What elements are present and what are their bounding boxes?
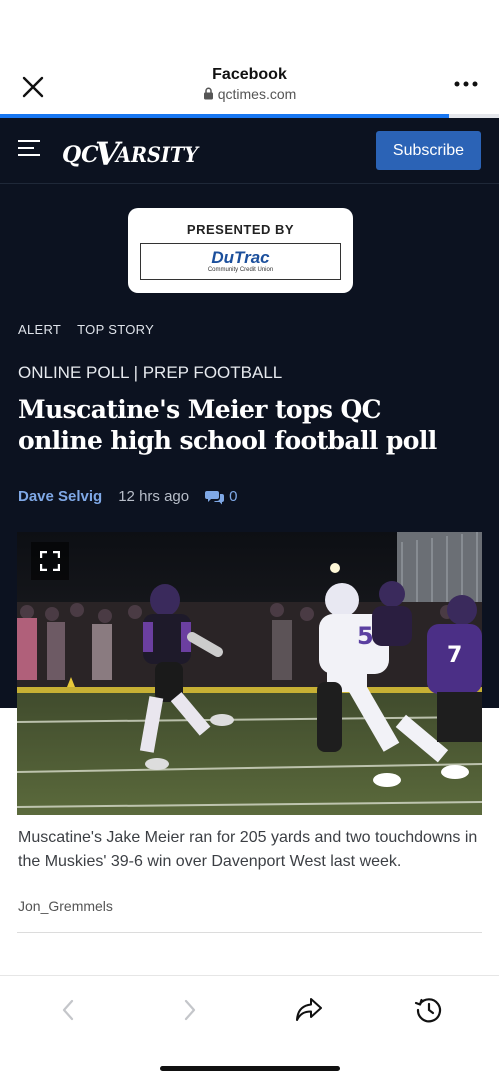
- qc-varsity-logo: QC V ARSITY: [62, 135, 200, 171]
- history-icon[interactable]: [411, 994, 447, 1026]
- site-nav: QC V ARSITY Subscribe: [0, 118, 499, 184]
- publish-time: 12 hrs ago: [118, 488, 190, 505]
- browser-toolbar: [0, 975, 499, 1080]
- sponsor-logo: DuTrac Community Credit Union: [140, 243, 341, 280]
- home-indicator[interactable]: [160, 1066, 340, 1071]
- tag-top-story[interactable]: TOP STORY: [77, 322, 154, 337]
- site-logo[interactable]: QC V ARSITY: [62, 131, 202, 171]
- article-headline: Muscatine's Meier tops QC online high sc…: [18, 395, 437, 455]
- photo-credit: Jon_Gremmels: [18, 898, 113, 914]
- forward-icon[interactable]: [172, 994, 208, 1026]
- browser-title: Facebook: [212, 66, 287, 83]
- browser-header: Facebook qctimes.com: [0, 0, 499, 118]
- browser-url[interactable]: qctimes.com: [0, 86, 499, 103]
- svg-text:QC: QC: [62, 142, 99, 168]
- comments-link[interactable]: 0: [205, 488, 237, 505]
- sponsor-card[interactable]: PRESENTED BY DuTrac Community Credit Uni…: [128, 208, 353, 293]
- article-photo[interactable]: 5 7: [17, 532, 482, 815]
- svg-text:5: 5: [357, 622, 374, 650]
- tag-alert[interactable]: ALERT: [18, 322, 61, 337]
- article-kicker[interactable]: ONLINE POLL | PREP FOOTBALL: [18, 363, 282, 383]
- expand-photo-icon[interactable]: [31, 542, 69, 580]
- comment-count: 0: [229, 488, 238, 505]
- lock-icon: [203, 87, 214, 103]
- photo-caption: Muscatine's Jake Meier ran for 205 yards…: [18, 829, 478, 870]
- presented-by-label: PRESENTED BY: [186, 222, 295, 237]
- svg-text:7: 7: [447, 643, 462, 668]
- divider: [17, 932, 482, 933]
- subscribe-button[interactable]: Subscribe: [376, 131, 481, 170]
- menu-icon[interactable]: [18, 140, 40, 158]
- sponsor-subtitle: Community Credit Union: [207, 267, 274, 273]
- comments-icon: [205, 490, 225, 504]
- url-text: qctimes.com: [217, 86, 297, 102]
- article-tags: ALERT TOP STORY: [18, 322, 154, 337]
- svg-text:ARSITY: ARSITY: [114, 142, 200, 167]
- author-link[interactable]: Dave Selvig: [18, 488, 102, 505]
- football-game-photo: 5 7: [17, 532, 482, 815]
- more-options-icon[interactable]: [453, 76, 479, 92]
- back-icon[interactable]: [50, 994, 86, 1026]
- share-icon[interactable]: [291, 994, 327, 1026]
- article-byline: Dave Selvig 12 hrs ago 0: [18, 488, 237, 505]
- sponsor-name: DuTrac: [211, 248, 270, 267]
